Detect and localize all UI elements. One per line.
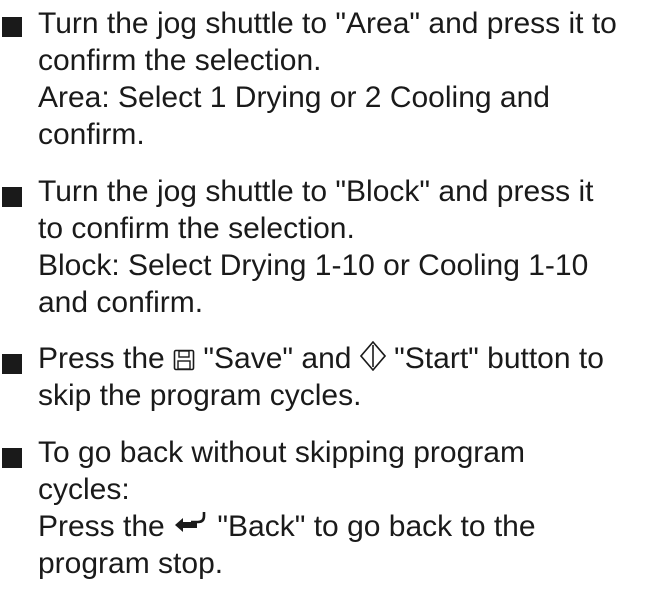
save-icon (173, 349, 195, 371)
text-fragment: Press the (38, 342, 174, 375)
text-line: Press the "Back" to go back to the (38, 508, 664, 545)
text-line: skip the program cycles. (38, 379, 362, 412)
text-fragment: "Back" to go back to the (209, 510, 536, 543)
text-line: To go back without skipping program (38, 436, 525, 469)
list-item-text: Press the "Save" and "Start" button to s… (38, 340, 664, 414)
bullet-square (2, 448, 22, 468)
text-line: and confirm. (38, 286, 204, 319)
list-item-text: Turn the jog shuttle to "Block" and pres… (38, 173, 664, 321)
text-fragment: "Start" button to (385, 342, 604, 375)
text-fragment: Press the (38, 510, 174, 543)
back-icon (173, 509, 209, 537)
text-line: Turn the jog shuttle to "Block" and pres… (38, 175, 594, 208)
text-line: to confirm the selection. (38, 212, 355, 245)
text-line: Area: Select 1 Drying or 2 Cooling and (38, 81, 550, 114)
text-line: confirm. (38, 118, 145, 151)
bullet-square (2, 187, 22, 207)
bullet-square (2, 354, 22, 374)
text-fragment: "Save" and (195, 342, 360, 375)
list-item-text: To go back without skipping program cycl… (38, 434, 664, 582)
text-line: cycles: (38, 473, 130, 506)
text-line: confirm the selection. (38, 44, 322, 77)
text-line: Block: Select Drying 1-10 or Cooling 1-1… (38, 249, 589, 282)
text-line: program stop. (38, 547, 224, 580)
bullet-square (2, 17, 22, 37)
start-icon (359, 341, 386, 371)
text-line: Press the "Save" and "Start" button to (38, 340, 664, 377)
list-item-text: Turn the jog shuttle to "Area" and press… (38, 5, 664, 153)
text-line: Turn the jog shuttle to "Area" and press… (38, 7, 617, 40)
